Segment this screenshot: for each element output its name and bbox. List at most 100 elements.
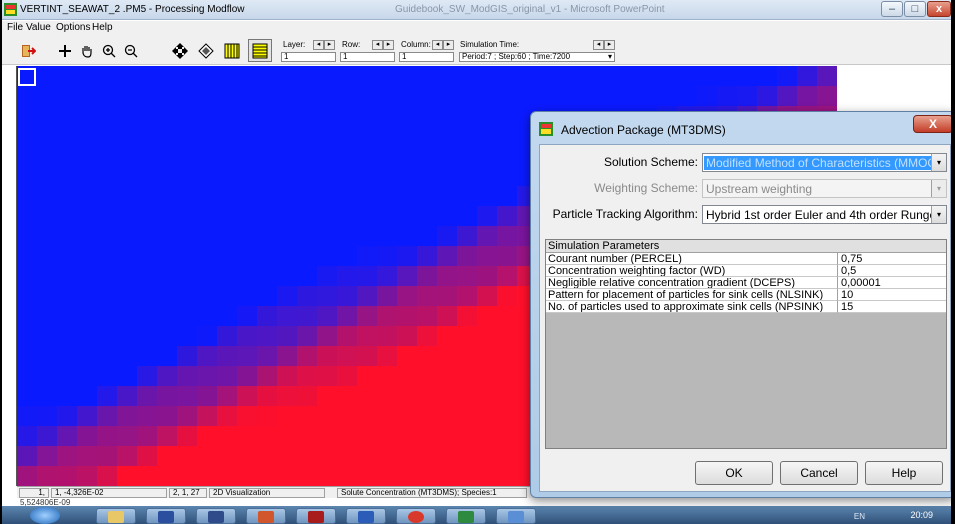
row-next-button[interactable]: ▸	[383, 40, 394, 50]
zoom-out-button[interactable]	[119, 39, 143, 62]
param-value[interactable]: 0,75	[838, 253, 946, 265]
menu-help[interactable]: Help	[92, 22, 113, 33]
grid-cell	[417, 286, 437, 306]
dialog-close-button[interactable]: X	[913, 115, 953, 133]
grid-cell	[417, 426, 437, 446]
grid-cell	[217, 346, 237, 366]
grid-cell	[457, 386, 477, 406]
column-spinner[interactable]: ◂ ▸	[432, 40, 454, 50]
chrome-icon	[408, 511, 424, 523]
taskbar-pmwin-button[interactable]	[296, 508, 336, 524]
grid-cell	[297, 286, 317, 306]
weighting-scheme-select[interactable]: Upstream weighting ▾	[702, 179, 947, 198]
move-button[interactable]	[168, 39, 192, 62]
row-view-button[interactable]	[248, 39, 272, 62]
table-row: Courant number (PERCEL) 0,75	[546, 253, 946, 265]
grid-cell	[317, 326, 337, 346]
param-value[interactable]: 0,00001	[838, 277, 946, 289]
grid-cell	[17, 466, 37, 486]
grid-cell	[217, 406, 237, 426]
exit-button[interactable]	[16, 39, 40, 62]
chevron-down-icon: ▾	[931, 180, 946, 197]
grid-cell	[337, 466, 357, 486]
cancel-button[interactable]: Cancel	[780, 461, 858, 485]
taskbar-chrome-button[interactable]	[396, 508, 436, 524]
sim-time-next-button[interactable]: ▸	[604, 40, 615, 50]
excel-icon	[458, 511, 474, 523]
column-field[interactable]: 1	[399, 52, 454, 62]
sim-time-label: Simulation Time:	[460, 40, 520, 49]
crosshair-button[interactable]	[53, 39, 77, 62]
sim-time-prev-button[interactable]: ◂	[593, 40, 604, 50]
grid-cell	[477, 386, 497, 406]
zoom-in-button[interactable]	[97, 39, 121, 62]
zoom-out-icon	[124, 44, 138, 57]
taskbar-app-button[interactable]	[196, 508, 236, 524]
grid-cell	[417, 406, 437, 426]
column-prev-button[interactable]: ◂	[432, 40, 443, 50]
grid-cell	[377, 446, 397, 466]
row-spinner[interactable]: ◂ ▸	[372, 40, 394, 50]
tray-language[interactable]: EN	[854, 512, 865, 521]
param-value[interactable]: 15	[838, 301, 946, 313]
taskbar-word-button[interactable]	[346, 508, 386, 524]
layer-next-button[interactable]: ▸	[324, 40, 335, 50]
grid-cell	[237, 466, 257, 486]
ok-button[interactable]: OK	[695, 461, 773, 485]
param-value[interactable]: 0,5	[838, 265, 946, 277]
layer-field[interactable]: 1	[281, 52, 336, 62]
rotate-button[interactable]	[194, 39, 218, 62]
row-prev-button[interactable]: ◂	[372, 40, 383, 50]
taskbar-excel-button[interactable]	[446, 508, 486, 524]
param-name: Negligible relative concentration gradie…	[546, 277, 838, 289]
sim-time-spinner[interactable]: ◂ ▸	[593, 40, 615, 50]
row-view-icon	[252, 43, 268, 58]
layer-spinner[interactable]: ◂ ▸	[313, 40, 335, 50]
table-row: Pattern for placement of particles for s…	[546, 289, 946, 301]
grid-cell	[757, 86, 777, 106]
sim-time-select[interactable]: Period:7 ; Step:60 ; Time:7200 ▾	[459, 52, 615, 62]
cell-cursor[interactable]	[18, 68, 36, 86]
grid-cell	[297, 346, 317, 366]
help-button[interactable]: Help	[865, 461, 943, 485]
grid-cell	[457, 446, 477, 466]
grid-cell	[397, 426, 417, 446]
grid-cell	[477, 446, 497, 466]
close-button[interactable]: x	[927, 1, 951, 17]
solution-scheme-select[interactable]: Modified Method of Characteristics (MMOC…	[702, 153, 947, 172]
taskbar-powerpoint-button[interactable]	[246, 508, 286, 524]
grid-cell	[297, 386, 317, 406]
grid-cell	[17, 446, 37, 466]
taskbar-other-button[interactable]	[496, 508, 536, 524]
pan-button[interactable]	[75, 39, 99, 62]
grid-cell	[217, 386, 237, 406]
tray-clock[interactable]: 20:09	[910, 510, 933, 520]
menu-file[interactable]: File	[7, 22, 23, 33]
sim-time-value: Period:7 ; Step:60 ; Time:7200	[462, 52, 571, 61]
particle-tracking-select[interactable]: Hybrid 1st order Euler and 4th order Run…	[702, 205, 947, 224]
table-row: No. of particles used to approximate sin…	[546, 301, 946, 313]
menu-options[interactable]: Options	[56, 22, 90, 33]
menu-value[interactable]: Value	[26, 22, 51, 33]
grid-cell	[137, 386, 157, 406]
grid-cell	[457, 226, 477, 246]
grid-cell	[257, 326, 277, 346]
grid-cell	[337, 406, 357, 426]
weighting-scheme-value: Upstream weighting	[706, 182, 813, 196]
layer-prev-button[interactable]: ◂	[313, 40, 324, 50]
grid-cell	[97, 386, 117, 406]
minimize-button[interactable]: –	[881, 1, 903, 17]
grid-cell	[457, 426, 477, 446]
param-value[interactable]: 10	[838, 289, 946, 301]
maximize-button[interactable]: □	[904, 1, 926, 17]
start-button[interactable]	[30, 507, 60, 524]
grid-cell	[377, 406, 397, 426]
grid-cell	[337, 366, 357, 386]
taskbar-explorer-button[interactable]	[96, 508, 136, 524]
taskbar-save-button[interactable]	[146, 508, 186, 524]
grid-cell	[477, 206, 497, 226]
row-field[interactable]: 1	[340, 52, 395, 62]
column-view-button[interactable]	[220, 39, 244, 62]
grid-cell	[377, 426, 397, 446]
column-next-button[interactable]: ▸	[443, 40, 454, 50]
